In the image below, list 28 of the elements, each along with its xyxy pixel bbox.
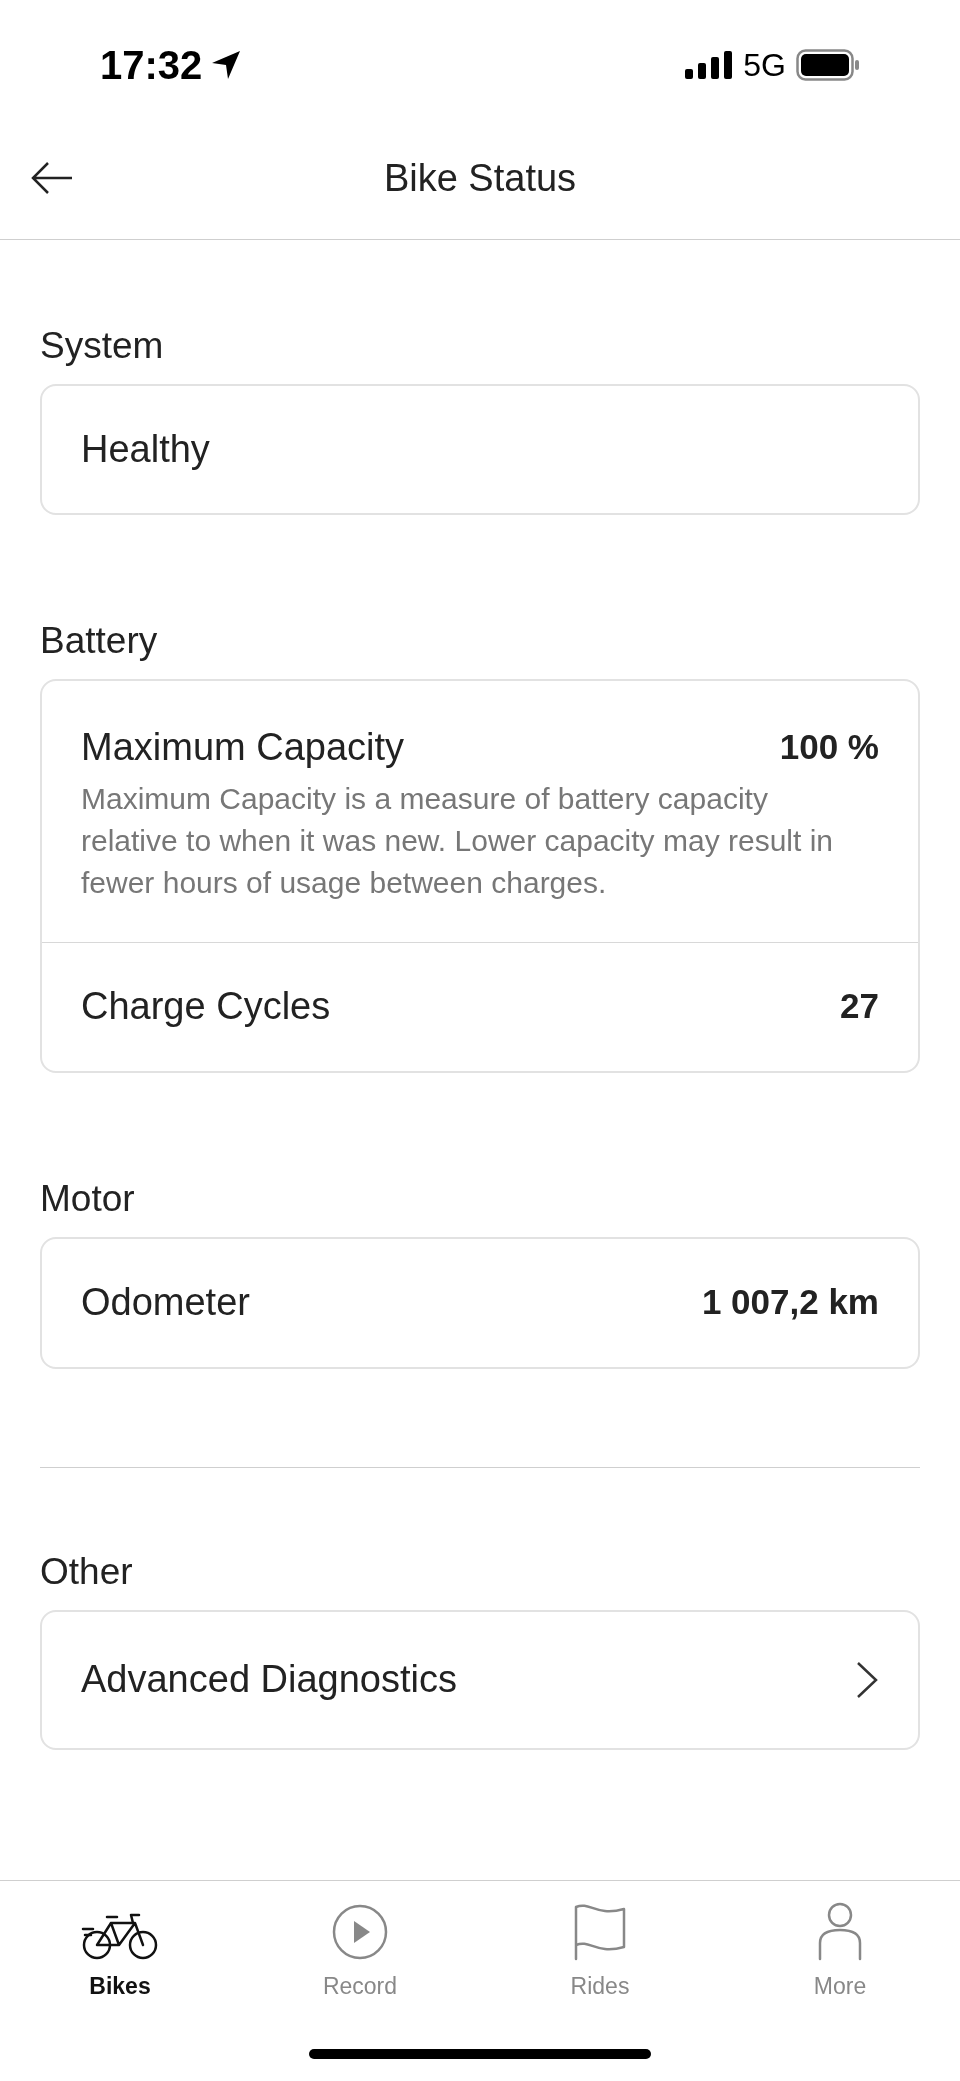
row-description: Maximum Capacity is a measure of battery capacity relative to when it was new. Lower capacity may result in fewer hours of usage between charges. xyxy=(81,780,834,901)
page-title: Bike Status xyxy=(383,156,577,201)
section-title: Motor xyxy=(40,1176,136,1221)
network-label: 5G xyxy=(743,46,786,85)
diagnostics-link[interactable]: Advanced Diagnostics xyxy=(42,1611,918,1748)
section-title: Battery xyxy=(40,619,159,663)
play-circle-icon xyxy=(331,1903,389,1961)
signal-icon xyxy=(685,51,734,79)
section-title: System xyxy=(40,324,165,368)
row-label: Maximum Capacity xyxy=(81,725,405,771)
chevron-right-icon xyxy=(855,1659,879,1700)
battery-icon xyxy=(796,49,860,81)
clock-time: 17:32 xyxy=(100,42,203,89)
tab-button[interactable]: Bikes xyxy=(0,1899,240,2004)
row-label: Odometer xyxy=(81,1280,250,1325)
row-value: 100 % xyxy=(779,726,879,768)
row-value: 27 xyxy=(840,985,879,1028)
row-label: Healthy xyxy=(81,427,210,472)
tab-button[interactable]: Record xyxy=(240,1899,480,2004)
row-label: Charge Cycles xyxy=(81,984,331,1029)
row-value: 1 007,2 km xyxy=(701,1281,879,1324)
tab-button[interactable]: More xyxy=(720,1899,960,2004)
back-arrow-icon xyxy=(30,160,74,196)
section-title: Other xyxy=(40,1549,134,1594)
location-arrow-icon xyxy=(210,49,243,81)
person-icon xyxy=(816,1901,864,1961)
tab-button[interactable]: Rides xyxy=(480,1899,720,2004)
flag-icon xyxy=(572,1903,628,1961)
